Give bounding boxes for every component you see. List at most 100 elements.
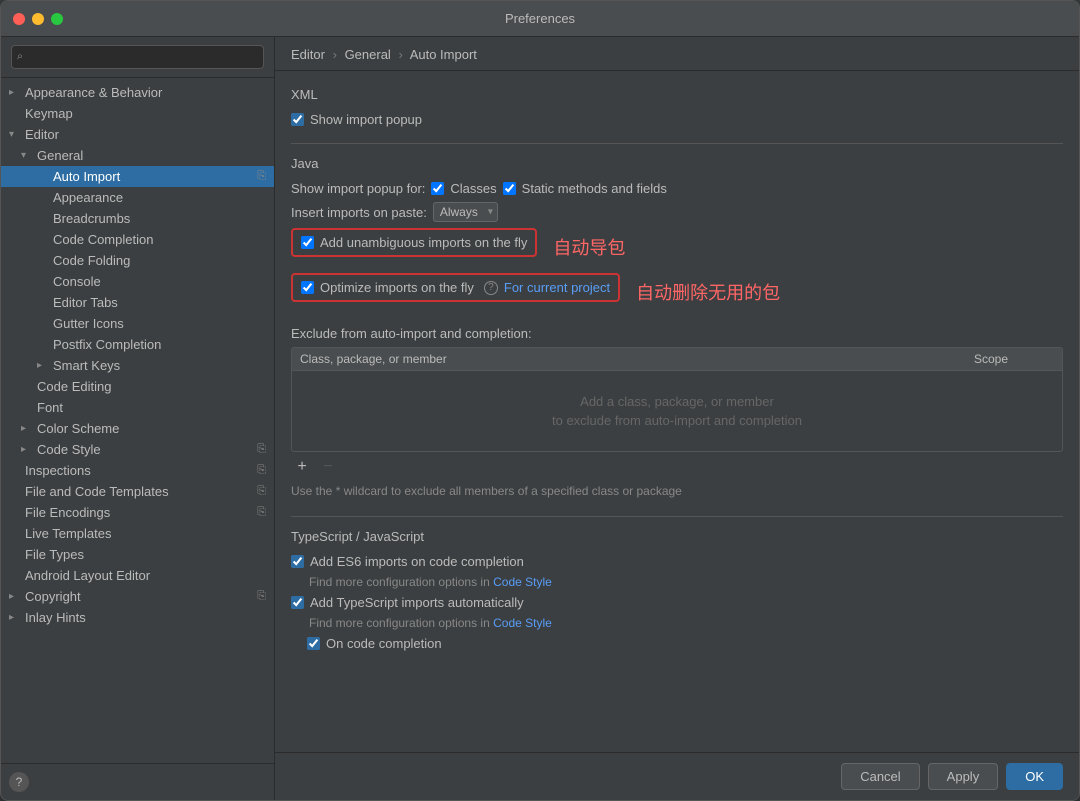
sidebar-item-android-layout-editor[interactable]: Android Layout Editor <box>1 565 274 586</box>
sidebar-item-file-code-templates[interactable]: File and Code Templates ⎘ <box>1 481 274 502</box>
sidebar-item-file-encodings[interactable]: File Encodings ⎘ <box>1 502 274 523</box>
sidebar-item-code-style[interactable]: Code Style ⎘ <box>1 439 274 460</box>
sidebar-item-inspections[interactable]: Inspections ⎘ <box>1 460 274 481</box>
sidebar-item-appearance[interactable]: Appearance <box>1 187 274 208</box>
sidebar-item-smart-keys[interactable]: Smart Keys <box>1 355 274 376</box>
sidebar-item-live-templates[interactable]: Live Templates <box>1 523 274 544</box>
arrow-icon <box>21 150 37 161</box>
add-es6-checkbox[interactable] <box>291 555 304 568</box>
on-completion-checkbox[interactable] <box>307 637 320 650</box>
sidebar-item-copyright[interactable]: Copyright ⎘ <box>1 586 274 607</box>
es6-code-style-link[interactable]: Code Style <box>493 575 552 589</box>
breadcrumb-part1: Editor <box>291 47 325 62</box>
optimize-imports-label: Optimize imports on the fly <box>320 280 474 295</box>
sidebar-item-code-folding[interactable]: Code Folding <box>1 250 274 271</box>
typescript-section: TypeScript / JavaScript Add ES6 imports … <box>291 529 1063 651</box>
search-icon: ⌕ <box>17 51 23 64</box>
add-unambiguous-label: Add unambiguous imports on the fly <box>320 235 527 250</box>
arrow-icon <box>9 591 25 602</box>
classes-label: Classes <box>450 181 496 196</box>
sidebar-item-breadcrumbs[interactable]: Breadcrumbs <box>1 208 274 229</box>
ok-button[interactable]: OK <box>1006 763 1063 790</box>
add-exclude-button[interactable]: + <box>291 456 313 478</box>
add-unambiguous-checkbox[interactable] <box>301 236 314 249</box>
for-current-project-link[interactable]: For current project <box>504 280 610 295</box>
sidebar-item-inlay-hints[interactable]: Inlay Hints <box>1 607 274 628</box>
classes-checkbox[interactable] <box>431 182 444 195</box>
sidebar-item-label: Smart Keys <box>53 358 266 373</box>
search-input[interactable] <box>11 45 264 69</box>
sidebar-item-appearance-behavior[interactable]: Appearance & Behavior <box>1 82 274 103</box>
ts-info-text: Find more configuration options in <box>309 616 490 630</box>
traffic-lights <box>13 13 63 25</box>
sidebar-item-font[interactable]: Font <box>1 397 274 418</box>
optimize-imports-annotation: 自动删除无用的包 <box>636 279 780 305</box>
exclude-label: Exclude from auto-import and completion: <box>291 326 1063 341</box>
table-col-scope: Scope <box>974 352 1054 366</box>
sidebar-item-label: File Encodings <box>25 505 253 520</box>
help-button[interactable]: ? <box>9 772 29 792</box>
java-section-label: Java <box>291 156 1063 171</box>
add-es6-label: Add ES6 imports on code completion <box>310 554 524 569</box>
sidebar-item-label: Color Scheme <box>37 421 266 436</box>
cancel-button[interactable]: Cancel <box>841 763 919 790</box>
sidebar-item-color-scheme[interactable]: Color Scheme <box>1 418 274 439</box>
sidebar-item-code-completion[interactable]: Code Completion <box>1 229 274 250</box>
sidebar-item-gutter-icons[interactable]: Gutter Icons <box>1 313 274 334</box>
add-unambiguous-annotation: 自动导包 <box>553 234 625 260</box>
add-ts-auto-row: Add TypeScript imports automatically <box>291 595 1063 610</box>
breadcrumb-part2: General <box>345 47 391 62</box>
remove-exclude-button[interactable]: − <box>317 456 339 478</box>
sidebar-item-editor[interactable]: Editor <box>1 124 274 145</box>
sidebar-item-label: Appearance <box>53 190 266 205</box>
optimize-imports-checkbox[interactable] <box>301 281 314 294</box>
sidebar-item-keymap[interactable]: Keymap <box>1 103 274 124</box>
insert-imports-select-wrapper: Always Ask Never <box>433 202 498 222</box>
sidebar-item-file-types[interactable]: File Types <box>1 544 274 565</box>
breadcrumb-sep1: › <box>333 47 337 62</box>
add-ts-auto-checkbox[interactable] <box>291 596 304 609</box>
sidebar-item-label: Code Style <box>37 442 253 457</box>
sidebar-bottom: ? <box>1 763 274 800</box>
table-empty-state: Add a class, package, or member to exclu… <box>292 371 1062 451</box>
apply-button[interactable]: Apply <box>928 763 999 790</box>
exclude-table: Class, package, or member Scope Add a cl… <box>291 347 1063 452</box>
search-box: ⌕ <box>1 37 274 78</box>
sidebar-item-console[interactable]: Console <box>1 271 274 292</box>
show-import-popup-checkbox[interactable] <box>291 113 304 126</box>
sidebar-item-auto-import[interactable]: Auto Import ⎘ <box>1 166 274 187</box>
sidebar-item-label: Appearance & Behavior <box>25 85 266 100</box>
sidebar-item-label: General <box>37 148 266 163</box>
sidebar-item-label: Code Completion <box>53 232 266 247</box>
copy-icon: ⎘ <box>257 464 266 477</box>
static-checkbox[interactable] <box>503 182 516 195</box>
sidebar-item-code-editing[interactable]: Code Editing <box>1 376 274 397</box>
sidebar-item-editor-tabs[interactable]: Editor Tabs <box>1 292 274 313</box>
sidebar-item-postfix-completion[interactable]: Postfix Completion <box>1 334 274 355</box>
sidebar-item-label: Console <box>53 274 266 289</box>
arrow-icon <box>9 129 25 140</box>
sidebar-item-general[interactable]: General <box>1 145 274 166</box>
show-popup-for-label: Show import popup for: <box>291 181 425 196</box>
sidebar-item-label: File and Code Templates <box>25 484 253 499</box>
minimize-button[interactable] <box>32 13 44 25</box>
question-mark-icon[interactable]: ? <box>484 281 498 295</box>
main-content: ⌕ Appearance & Behavior Keymap <box>1 37 1079 800</box>
breadcrumb-part3: Auto Import <box>410 47 477 62</box>
xml-section-label: XML <box>291 87 1063 102</box>
es6-info-row: Find more configuration options in Code … <box>309 575 1063 589</box>
sidebar-item-label: File Types <box>25 547 266 562</box>
copy-icon: ⎘ <box>257 443 266 456</box>
insert-imports-label: Insert imports on paste: <box>291 205 427 220</box>
close-button[interactable] <box>13 13 25 25</box>
sidebar-item-label: Inspections <box>25 463 253 478</box>
copy-icon: ⎘ <box>257 506 266 519</box>
maximize-button[interactable] <box>51 13 63 25</box>
sidebar-item-label: Copyright <box>25 589 253 604</box>
arrow-icon <box>21 444 37 455</box>
xml-section: XML Show import popup <box>291 87 1063 127</box>
sidebar: ⌕ Appearance & Behavior Keymap <box>1 37 275 800</box>
ts-code-style-link[interactable]: Code Style <box>493 616 552 630</box>
typescript-section-label: TypeScript / JavaScript <box>291 529 1063 544</box>
insert-imports-select[interactable]: Always Ask Never <box>433 202 498 222</box>
